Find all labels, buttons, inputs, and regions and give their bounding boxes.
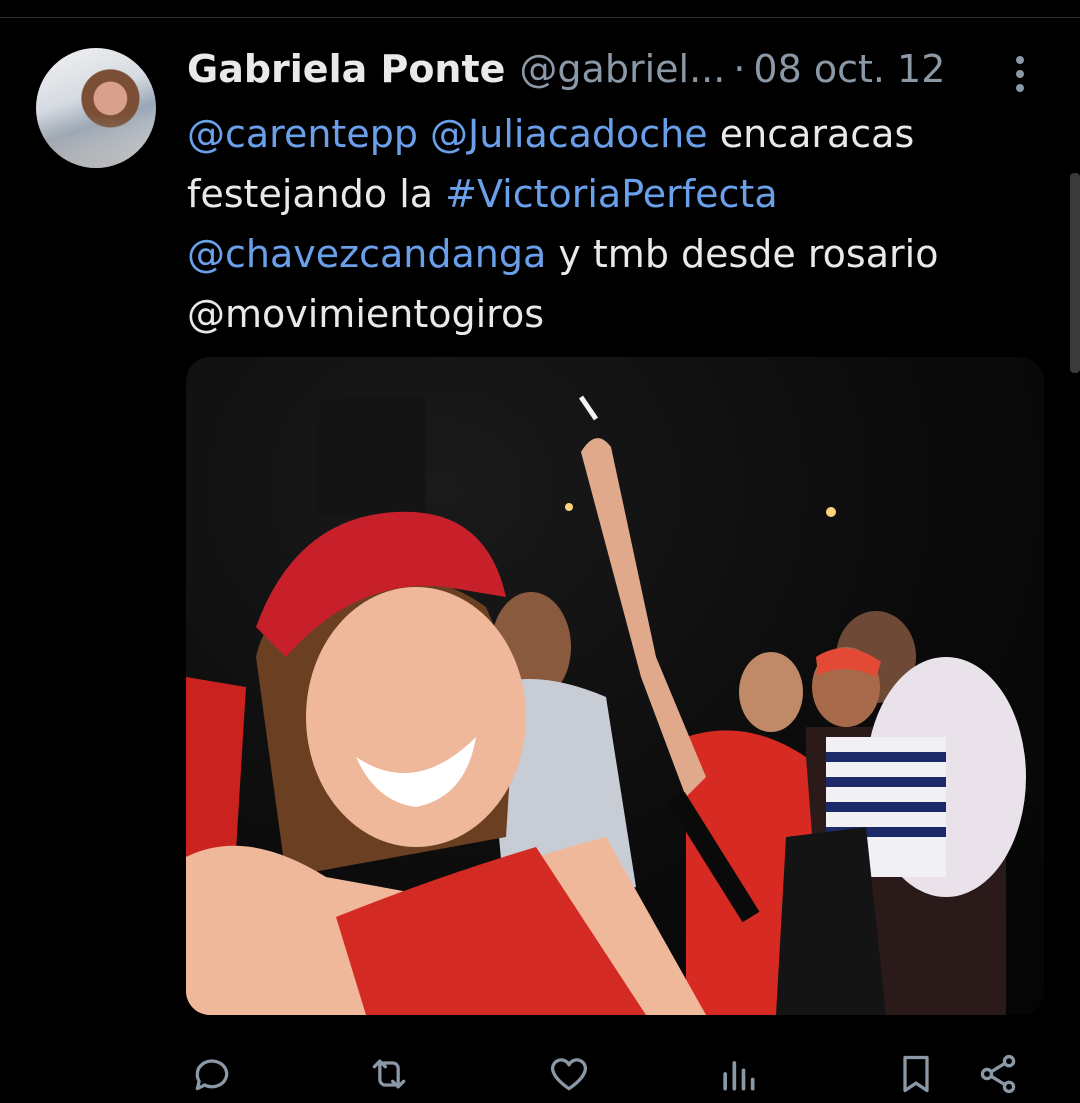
avatar[interactable] xyxy=(36,48,156,168)
tweet-text-line: @carentepp @Juliacadoche encaracas xyxy=(187,104,1037,164)
more-options-button[interactable] xyxy=(1004,52,1036,96)
share-icon[interactable] xyxy=(972,1048,1024,1100)
reply-icon[interactable] xyxy=(186,1048,238,1100)
mention-link[interactable]: @carentepp xyxy=(187,112,418,156)
bookmark-icon[interactable] xyxy=(890,1048,942,1100)
user-handle[interactable]: @gabriel... xyxy=(519,47,725,91)
tweet-text-line: @chavezcandanga y tmb desde rosario xyxy=(187,224,1037,284)
tweet-text-segment: @movimientogiros xyxy=(187,292,545,336)
tweet-text: @carentepp @Juliacadoche encaracas festej… xyxy=(187,104,1037,344)
separator-dot: · xyxy=(733,47,746,91)
tweet-photo[interactable] xyxy=(186,357,1044,1015)
tweet-text-segment: festejando la xyxy=(187,172,446,216)
retweet-icon[interactable] xyxy=(363,1048,415,1100)
display-name[interactable]: Gabriela Ponte xyxy=(187,47,505,91)
tweet-header: Gabriela Ponte @gabriel... · 08 oct. 12 xyxy=(187,44,945,94)
tweet-text-line: festejando la #VictoriaPerfecta xyxy=(187,164,1037,224)
action-bar xyxy=(0,1040,1080,1100)
tweet-text-segment: encaracas xyxy=(707,112,915,156)
tweet-text-line: @movimientogiros xyxy=(187,284,1037,344)
photo-illustration xyxy=(186,395,1026,1015)
hashtag-link[interactable]: #VictoriaPerfecta xyxy=(445,172,777,216)
views-icon[interactable] xyxy=(712,1048,764,1100)
mention-link[interactable]: @Juliacadoche xyxy=(430,112,708,156)
top-divider xyxy=(0,17,1080,18)
tweet-text-segment: y tmb desde rosario xyxy=(546,232,939,276)
like-icon[interactable] xyxy=(543,1048,595,1100)
tweet-text-segment xyxy=(418,112,430,156)
mention-link[interactable]: @chavezcandanga xyxy=(187,232,546,276)
tweet-date[interactable]: 08 oct. 12 xyxy=(753,47,945,91)
scrollbar[interactable] xyxy=(1070,173,1080,373)
